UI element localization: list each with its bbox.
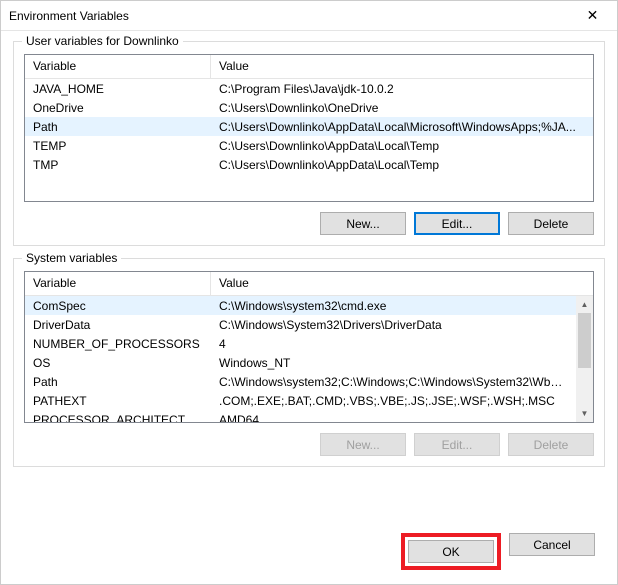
cell-value: C:\Windows\system32\cmd.exe [211, 297, 576, 315]
table-row[interactable]: TMP C:\Users\Downlinko\AppData\Local\Tem… [25, 155, 593, 174]
cell-variable: JAVA_HOME [25, 80, 211, 98]
scroll-up-icon[interactable]: ▲ [576, 296, 593, 313]
cell-variable: OneDrive [25, 99, 211, 117]
user-new-button[interactable]: New... [320, 212, 406, 235]
ok-highlight: OK [401, 533, 501, 570]
system-buttons: New... Edit... Delete [24, 433, 594, 456]
cell-value: C:\Users\Downlinko\AppData\Local\Temp [211, 156, 593, 174]
cell-value: 4 [211, 335, 576, 353]
table-row[interactable]: Path C:\Users\Downlinko\AppData\Local\Mi… [25, 117, 593, 136]
table-header: Variable Value [25, 272, 593, 296]
cell-variable: NUMBER_OF_PROCESSORS [25, 335, 211, 353]
table-row[interactable]: PROCESSOR_ARCHITECTURE AMD64 [25, 410, 576, 423]
table-row[interactable]: ComSpec C:\Windows\system32\cmd.exe [25, 296, 576, 315]
table-row[interactable]: OS Windows_NT [25, 353, 576, 372]
cell-variable: TMP [25, 156, 211, 174]
close-button[interactable]: ✕ [570, 2, 615, 30]
system-new-button: New... [320, 433, 406, 456]
col-value[interactable]: Value [211, 272, 593, 295]
user-variables-group: User variables for Downlinko Variable Va… [13, 41, 605, 246]
col-value[interactable]: Value [211, 55, 593, 78]
col-variable[interactable]: Variable [25, 55, 211, 78]
system-variables-group: System variables Variable Value ComSpec … [13, 258, 605, 467]
system-variables-table[interactable]: Variable Value ComSpec C:\Windows\system… [24, 271, 594, 423]
scroll-track[interactable] [576, 313, 593, 405]
cancel-button[interactable]: Cancel [509, 533, 595, 556]
cell-value: C:\Program Files\Java\jdk-10.0.2 [211, 80, 593, 98]
user-buttons: New... Edit... Delete [24, 212, 594, 235]
close-icon: ✕ [587, 7, 599, 24]
cell-variable: Path [25, 373, 211, 391]
ok-button[interactable]: OK [408, 540, 494, 563]
cell-variable: PROCESSOR_ARCHITECTURE [25, 411, 211, 424]
cell-variable: Path [25, 118, 211, 136]
cell-variable: ComSpec [25, 297, 211, 315]
col-variable[interactable]: Variable [25, 272, 211, 295]
cell-value: C:\Windows\system32;C:\Windows;C:\Window… [211, 373, 576, 391]
system-table-body: ComSpec C:\Windows\system32\cmd.exe Driv… [25, 296, 576, 423]
system-delete-button: Delete [508, 433, 594, 456]
titlebar: Environment Variables ✕ [1, 1, 617, 31]
table-row[interactable]: JAVA_HOME C:\Program Files\Java\jdk-10.0… [25, 79, 593, 98]
cell-value: AMD64 [211, 411, 576, 424]
dialog-content: User variables for Downlinko Variable Va… [1, 31, 617, 527]
scroll-thumb[interactable] [578, 313, 591, 368]
cell-variable: PATHEXT [25, 392, 211, 410]
cell-value: C:\Users\Downlinko\AppData\Local\Temp [211, 137, 593, 155]
table-row[interactable]: TEMP C:\Users\Downlinko\AppData\Local\Te… [25, 136, 593, 155]
cell-value: C:\Users\Downlinko\OneDrive [211, 99, 593, 117]
table-header: Variable Value [25, 55, 593, 79]
scrollbar[interactable]: ▲ ▼ [576, 296, 593, 422]
cell-variable: TEMP [25, 137, 211, 155]
cell-variable: OS [25, 354, 211, 372]
window-title: Environment Variables [9, 9, 570, 23]
cell-value: .COM;.EXE;.BAT;.CMD;.VBS;.VBE;.JS;.JSE;.… [211, 392, 576, 410]
user-table-body: JAVA_HOME C:\Program Files\Java\jdk-10.0… [25, 79, 593, 174]
cell-value: C:\Windows\System32\Drivers\DriverData [211, 316, 576, 334]
system-group-label: System variables [22, 251, 121, 265]
table-row[interactable]: Path C:\Windows\system32;C:\Windows;C:\W… [25, 372, 576, 391]
env-vars-dialog: Environment Variables ✕ User variables f… [0, 0, 618, 585]
user-edit-button[interactable]: Edit... [414, 212, 500, 235]
system-edit-button: Edit... [414, 433, 500, 456]
user-variables-table[interactable]: Variable Value JAVA_HOME C:\Program File… [24, 54, 594, 202]
cell-variable: DriverData [25, 316, 211, 334]
dialog-buttons: OK Cancel [1, 527, 617, 584]
table-row[interactable]: NUMBER_OF_PROCESSORS 4 [25, 334, 576, 353]
cell-value: C:\Users\Downlinko\AppData\Local\Microso… [211, 118, 593, 136]
user-group-label: User variables for Downlinko [22, 34, 183, 48]
table-row[interactable]: PATHEXT .COM;.EXE;.BAT;.CMD;.VBS;.VBE;.J… [25, 391, 576, 410]
table-row[interactable]: DriverData C:\Windows\System32\Drivers\D… [25, 315, 576, 334]
cell-value: Windows_NT [211, 354, 576, 372]
user-delete-button[interactable]: Delete [508, 212, 594, 235]
table-row[interactable]: OneDrive C:\Users\Downlinko\OneDrive [25, 98, 593, 117]
scroll-down-icon[interactable]: ▼ [576, 405, 593, 422]
